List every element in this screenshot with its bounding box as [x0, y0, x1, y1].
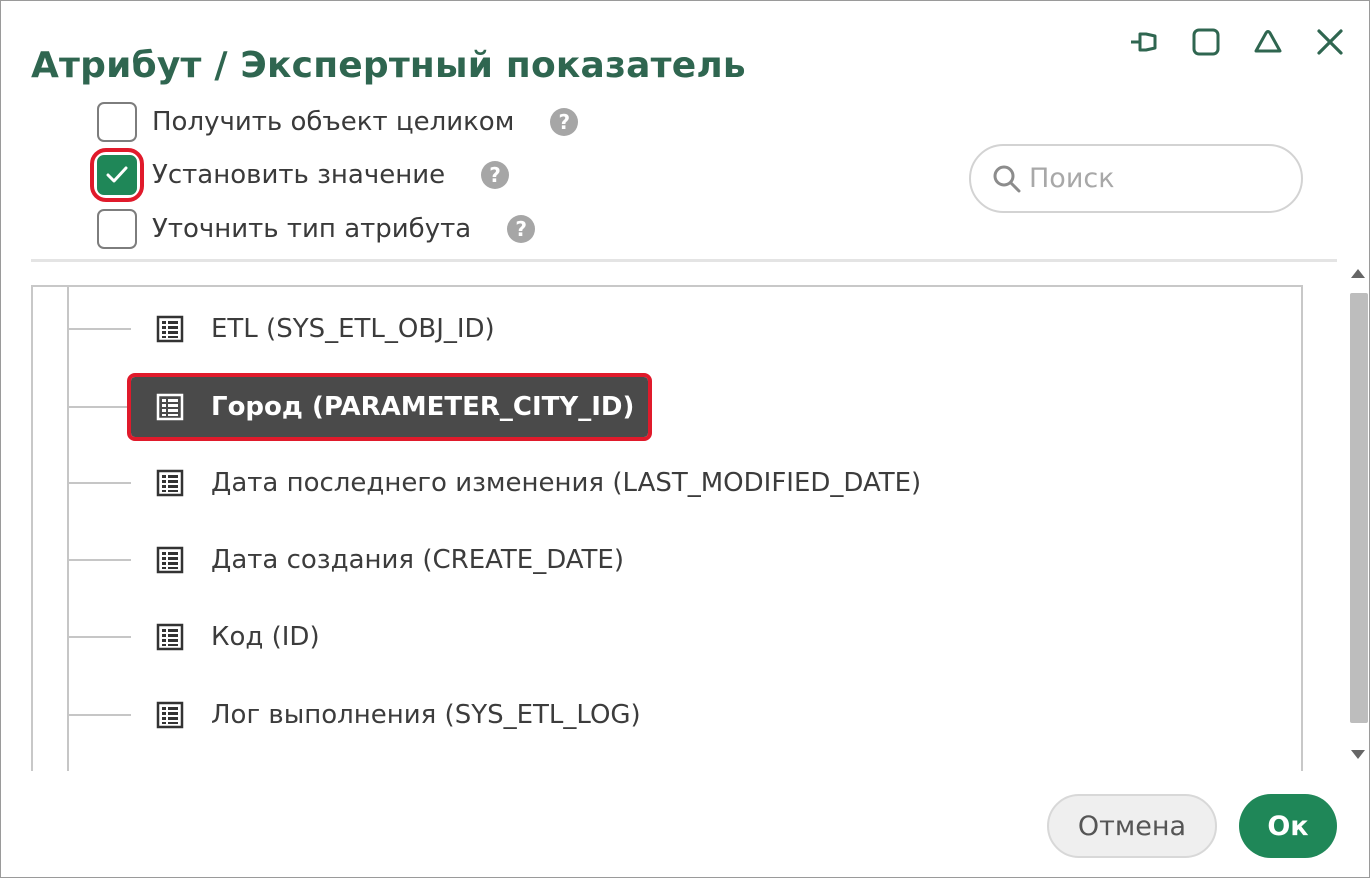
attribute-dialog: Атрибут / Экспертный показатель Получить…: [0, 0, 1370, 878]
set-value-checkbox[interactable]: [97, 155, 137, 195]
tree-item-label: Город (PARAMETER_CITY_ID): [211, 392, 635, 422]
option-label: Установить значение: [152, 160, 446, 190]
collapse-icon: [1254, 30, 1282, 53]
search-input[interactable]: [1027, 162, 1281, 195]
option-label: Уточнить тип атрибута: [152, 214, 472, 244]
table-icon: [156, 701, 184, 729]
tree-node-etl-log[interactable]: Лог выполнения (SYS_ETL_LOG): [131, 685, 655, 745]
tree-node-last-modified-date[interactable]: Дата последнего изменения (LAST_MODIFIED…: [131, 453, 935, 513]
table-icon: [156, 469, 184, 497]
help-icon[interactable]: ?: [550, 108, 579, 136]
divider: [31, 259, 1337, 262]
option-set-value: Установить значение ?: [90, 148, 510, 202]
option-refine-attribute-type: Уточнить тип атрибута ?: [97, 207, 536, 251]
tree-node-etl[interactable]: ETL (SYS_ETL_OBJ_ID): [131, 299, 509, 359]
cancel-button[interactable]: Отмена: [1047, 794, 1217, 858]
table-icon: [156, 315, 184, 343]
tree-node-id[interactable]: Код (ID): [131, 607, 334, 667]
scroll-down-icon[interactable]: [1351, 750, 1365, 759]
tree-item: Дата создания (CREATE_DATE): [69, 530, 638, 590]
tree-node-create-date[interactable]: Дата создания (CREATE_DATE): [131, 530, 638, 590]
table-icon: [156, 623, 184, 651]
tree-item: Дата последнего изменения (LAST_MODIFIED…: [69, 453, 935, 513]
collapse-button[interactable]: [1249, 23, 1287, 61]
option-get-whole-object: Получить объект целиком ?: [97, 100, 579, 144]
close-button[interactable]: [1311, 23, 1349, 61]
table-icon: [156, 546, 184, 574]
dialog-title: Атрибут / Экспертный показатель: [31, 45, 746, 86]
help-icon[interactable]: ?: [507, 215, 536, 243]
tree-item-label: Дата последнего изменения (LAST_MODIFIED…: [211, 468, 922, 498]
tree-item: Лог выполнения (SYS_ETL_LOG): [69, 685, 655, 745]
maximize-button[interactable]: [1187, 23, 1225, 61]
maximize-icon: [1192, 28, 1220, 56]
checkmark-icon: [106, 166, 128, 183]
tree-item-label: Дата создания (CREATE_DATE): [211, 545, 624, 575]
window-controls: [1125, 23, 1349, 61]
search-box: [969, 144, 1303, 213]
scroll-up-icon[interactable]: [1351, 269, 1365, 278]
search-icon: [993, 165, 1021, 192]
option-label: Получить объект целиком: [152, 107, 515, 137]
refine-attribute-type-checkbox[interactable]: [97, 209, 137, 249]
get-whole-object-checkbox[interactable]: [97, 102, 137, 142]
tree-scrollbar[interactable]: [1347, 263, 1370, 771]
table-icon: [156, 393, 184, 421]
tree-item-label: Лог выполнения (SYS_ETL_LOG): [211, 700, 641, 730]
tree-item-label: ETL (SYS_ETL_OBJ_ID): [211, 314, 495, 344]
pin-button[interactable]: [1125, 23, 1163, 61]
attribute-tree: ETL (SYS_ETL_OBJ_ID) Город (PARAMETER_CI…: [31, 285, 1303, 771]
tree-item: Код (ID): [69, 607, 334, 667]
close-icon: [1317, 29, 1343, 55]
pin-icon: [1131, 32, 1157, 52]
scrollbar-thumb[interactable]: [1350, 293, 1368, 723]
tree-node-city[interactable]: Город (PARAMETER_CITY_ID): [126, 373, 653, 441]
tree-item-label: Код (ID): [211, 622, 320, 652]
help-icon[interactable]: ?: [481, 161, 510, 189]
tree-item: Город (PARAMETER_CITY_ID): [69, 373, 653, 441]
tree-item: ETL (SYS_ETL_OBJ_ID): [69, 299, 509, 359]
ok-button[interactable]: Ок: [1239, 794, 1337, 858]
